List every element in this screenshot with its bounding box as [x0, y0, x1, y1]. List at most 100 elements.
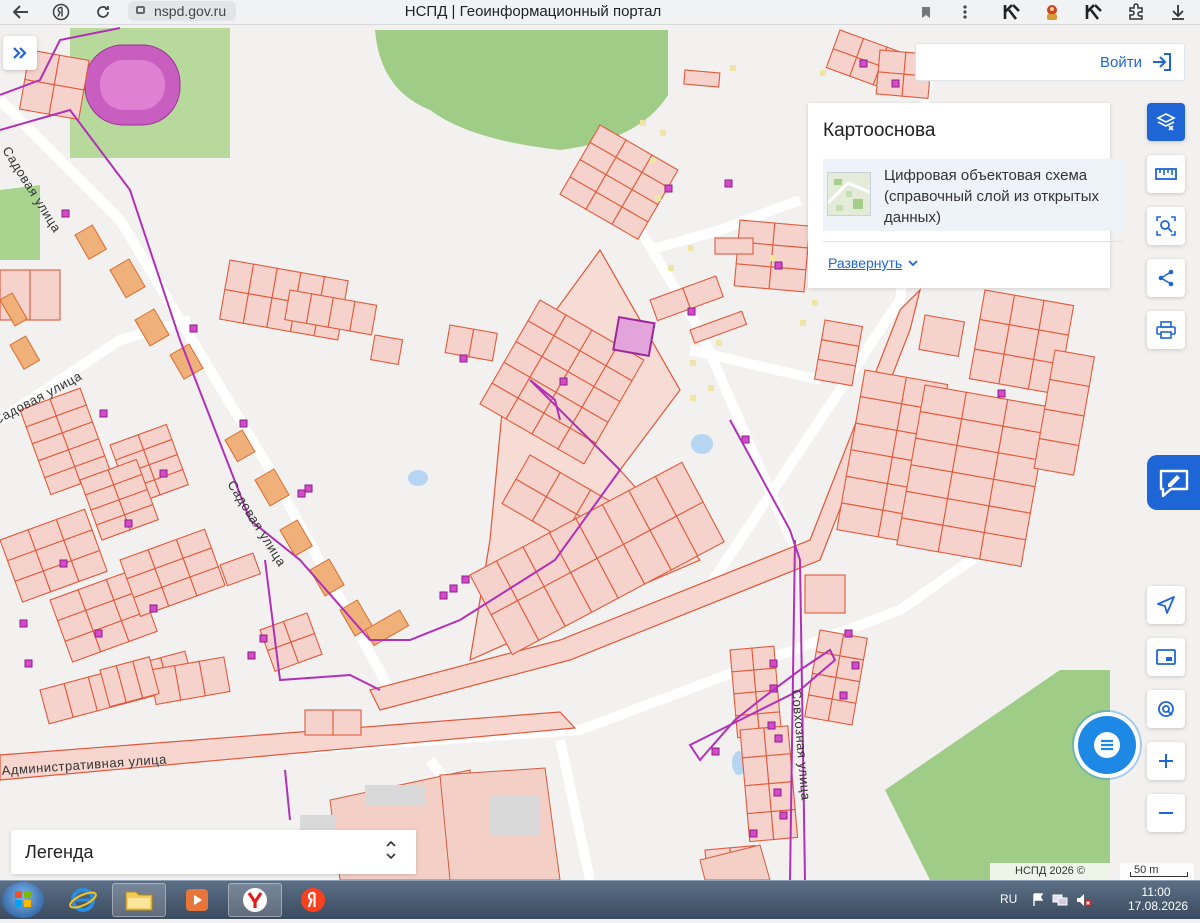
basemap-layer-card[interactable]: Цифровая объектовая схема (справочный сл…: [823, 159, 1123, 231]
flag-icon[interactable]: [1032, 893, 1044, 907]
land-parcel[interactable]: [827, 698, 857, 726]
land-parcel[interactable]: [877, 49, 907, 75]
land-parcel[interactable]: [772, 222, 811, 249]
area-search-button[interactable]: [1147, 207, 1185, 245]
building-marker: [687, 307, 696, 316]
extension-button-2[interactable]: [1040, 0, 1064, 24]
building-marker: [149, 604, 158, 613]
building-marker: [724, 179, 733, 188]
land-parcel[interactable]: [739, 727, 767, 759]
land-parcel[interactable]: [875, 71, 905, 97]
land-parcel[interactable]: [765, 753, 794, 785]
land-parcel[interactable]: [332, 709, 362, 736]
yandex-icon: [301, 888, 325, 912]
login-label: Войти: [1100, 53, 1142, 71]
taskbar-ie[interactable]: [56, 883, 110, 917]
building-marker: [461, 575, 470, 584]
network-icon[interactable]: [1052, 893, 1068, 907]
chevron-down-icon: [908, 259, 918, 266]
zoom-in-button[interactable]: [1147, 742, 1185, 780]
taskbar-explorer[interactable]: [112, 883, 166, 917]
map-switch-button[interactable]: [1147, 638, 1185, 676]
land-parcel[interactable]: [804, 694, 833, 722]
land-parcel[interactable]: [918, 314, 966, 358]
land-parcel[interactable]: [683, 69, 721, 88]
volume-muted-icon[interactable]: [1076, 893, 1092, 907]
address-bar[interactable]: nspd.gov.ru: [128, 1, 237, 21]
navigate-button[interactable]: [1147, 586, 1185, 624]
land-parcel[interactable]: [804, 574, 846, 614]
layers-button[interactable]: [1147, 103, 1185, 141]
windows-logo-icon: [15, 891, 31, 907]
layers-icon: [1156, 113, 1176, 131]
back-button[interactable]: [2, 0, 40, 24]
divider: [823, 241, 1123, 242]
land-parcel[interactable]: [1038, 299, 1075, 336]
building-marker: [891, 79, 900, 88]
folder-icon: [125, 891, 153, 911]
stadium-field: [100, 60, 165, 110]
land-parcel[interactable]: [349, 300, 378, 336]
basemap-panel: Картооснова Цифровая объектовая схема (с…: [808, 103, 1123, 288]
building-marker: [124, 519, 133, 528]
downloads-button[interactable]: [1166, 0, 1190, 24]
zoom-out-button[interactable]: [1147, 794, 1185, 832]
building-marker: [851, 661, 860, 670]
share-button[interactable]: [1147, 259, 1185, 297]
land-parcel[interactable]: [468, 328, 498, 362]
language-indicator[interactable]: RU: [1000, 892, 1017, 906]
house-marker: [655, 195, 661, 201]
building-marker: [159, 469, 168, 478]
legend-toggle[interactable]: Легенда: [11, 830, 416, 874]
expand-layers-link[interactable]: Развернуть: [828, 255, 918, 271]
land-parcel[interactable]: [1003, 324, 1040, 361]
search-area-icon: [1156, 216, 1176, 236]
land-parcel[interactable]: [714, 237, 754, 255]
land-parcel[interactable]: [744, 783, 772, 815]
measure-button[interactable]: [1147, 155, 1185, 193]
zoom-in-icon: [1159, 754, 1173, 768]
land-parcel[interactable]: [973, 318, 1010, 355]
yandex-button[interactable]: [42, 0, 80, 24]
house-marker: [690, 360, 696, 366]
house-marker: [730, 65, 736, 71]
reload-button[interactable]: [84, 0, 122, 24]
browser-menu-button[interactable]: [954, 0, 976, 24]
taskbar-yandex-browser[interactable]: [228, 883, 282, 917]
land-parcel[interactable]: [1008, 294, 1045, 331]
land-parcel[interactable]: [979, 289, 1016, 326]
double-chevron-right-icon: [13, 47, 27, 59]
land-parcel[interactable]: [1033, 437, 1080, 476]
land-parcel[interactable]: [741, 755, 770, 787]
legend-label: Легенда: [25, 841, 94, 862]
feedback-tab[interactable]: [1147, 455, 1200, 510]
bookmark-button[interactable]: [914, 0, 938, 24]
expand-sidebar-button[interactable]: [3, 36, 37, 70]
start-button[interactable]: [2, 882, 44, 918]
login-button[interactable]: Войти: [915, 43, 1185, 81]
land-parcel[interactable]: [53, 54, 90, 91]
land-parcel[interactable]: [968, 348, 1005, 385]
print-button[interactable]: [1147, 311, 1185, 349]
land-parcel[interactable]: [370, 334, 404, 366]
kebab-menu-icon: [963, 5, 967, 19]
land-parcel[interactable]: [731, 669, 757, 695]
land-parcel[interactable]: [733, 263, 772, 290]
house-marker: [640, 120, 646, 126]
land-parcel[interactable]: [304, 709, 334, 736]
land-parcel[interactable]: [29, 269, 61, 321]
taskbar-media[interactable]: [170, 883, 224, 917]
land-parcel[interactable]: [768, 266, 807, 293]
building-marker: [99, 409, 108, 418]
land-parcel[interactable]: [998, 353, 1035, 390]
taskbar-yandex[interactable]: [286, 883, 340, 917]
land-parcel[interactable]: [729, 647, 755, 673]
geolocation-button[interactable]: [1147, 690, 1185, 728]
copyright: НСПД 2026 ©: [990, 863, 1110, 880]
land-parcel[interactable]: [198, 656, 231, 697]
extension-button-1[interactable]: [1000, 0, 1024, 24]
chat-button[interactable]: [1078, 716, 1136, 774]
clock[interactable]: 11:00 17.08.2026: [1128, 885, 1188, 913]
extension-button-3[interactable]: [1082, 0, 1106, 24]
extension-button-4[interactable]: [1124, 0, 1148, 24]
